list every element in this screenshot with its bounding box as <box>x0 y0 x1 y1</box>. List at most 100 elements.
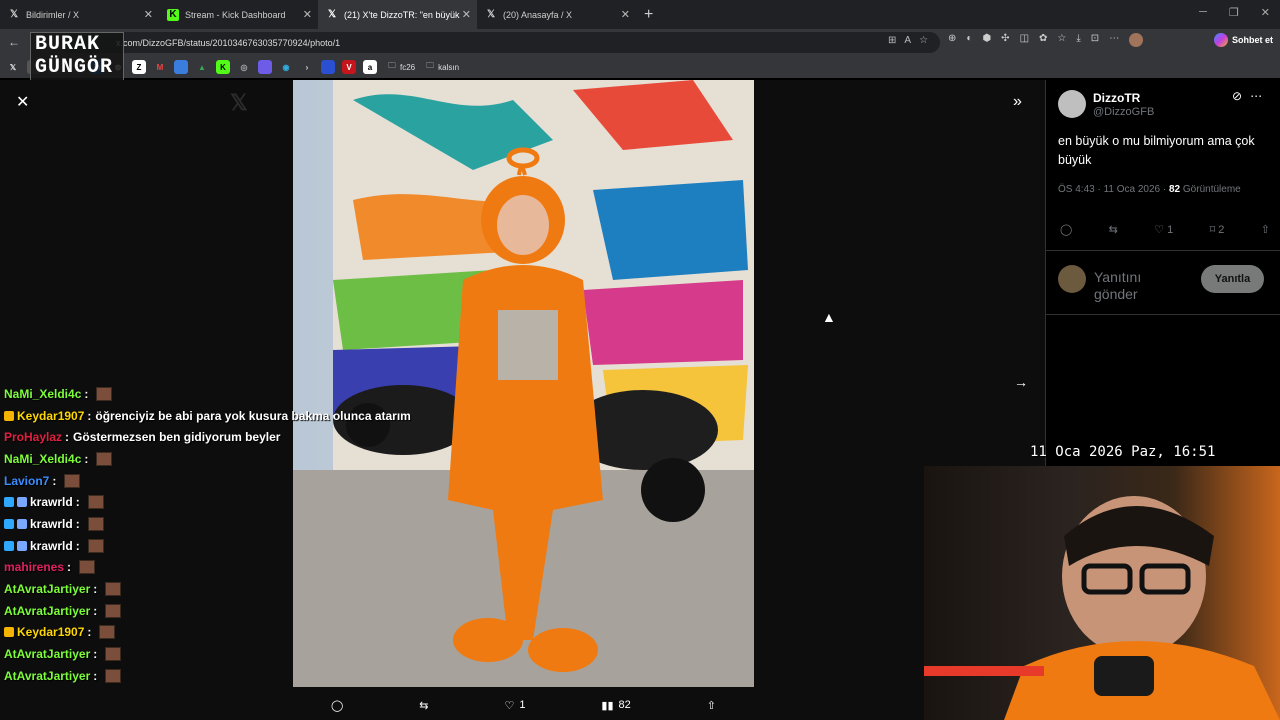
chat-separator: : <box>93 603 98 618</box>
reply-button[interactable]: ◯ <box>331 699 343 712</box>
bookmark-icon[interactable] <box>258 60 272 74</box>
extension-icon[interactable]: ◐ <box>966 33 972 47</box>
close-tab-icon[interactable]: ✕ <box>144 8 153 21</box>
chat-username[interactable]: AtAvratJartiyer <box>4 669 90 683</box>
chat-username[interactable]: krawrld <box>30 495 73 509</box>
close-window-icon[interactable]: ✕ <box>1261 6 1270 19</box>
heart-icon: ♡ <box>1154 224 1165 236</box>
copilot-button[interactable]: Sohbet et <box>1214 33 1273 47</box>
close-tab-icon[interactable]: ✕ <box>303 8 312 21</box>
photo-action-bar: ◯ ⇆ ♡ 1 ▮▮ 82 ⇧ <box>293 690 754 720</box>
new-tab-button[interactable]: + <box>644 6 653 24</box>
share-button[interactable]: ⇧ <box>1261 223 1270 236</box>
puzzle-icon[interactable]: ✣ <box>1001 33 1009 47</box>
repost-button[interactable]: ⇆ <box>1109 223 1118 236</box>
bookmarks-bar: 𝕏 in ⊚ Z M ▲ K ◎ ◉ › V a 🗀fc26 🗀kalsın <box>0 56 1280 78</box>
extension-icon[interactable]: ⊕ <box>948 33 956 47</box>
grok-icon[interactable]: ⊘ <box>1232 89 1242 103</box>
extension-icon[interactable]: ✿ <box>1039 33 1047 47</box>
post-time[interactable]: ÖS 4:43 · 11 Oca 2026 · <box>1058 184 1166 195</box>
chat-username[interactable]: Lavion7 <box>4 474 49 488</box>
next-photo-icon[interactable]: → <box>1014 374 1028 390</box>
close-tab-icon[interactable]: ✕ <box>621 8 630 21</box>
views-button[interactable]: ▮▮ 82 <box>601 699 630 712</box>
minimize-icon[interactable]: ─ <box>1199 6 1207 19</box>
tab-notifications[interactable]: 𝕏 Bildirimler / X ✕ <box>0 0 159 29</box>
docs-icon[interactable] <box>174 60 188 74</box>
url-field[interactable]: x.com/DizzoGFB/status/201034676303577092… <box>60 32 940 53</box>
chat-username[interactable]: krawrld <box>30 517 73 531</box>
post-header-actions: ⊘ ⋯ <box>1232 89 1262 103</box>
x-bookmark-icon[interactable]: 𝕏 <box>6 60 20 74</box>
like-button[interactable]: ♡ 1 <box>1154 223 1173 237</box>
chat-username[interactable]: mahirenes <box>4 560 64 574</box>
more-options-icon[interactable]: ⋯ <box>1250 89 1262 103</box>
author-handle[interactable]: @DizzoGFB <box>1093 106 1154 118</box>
bookmark-icon[interactable]: V <box>342 60 356 74</box>
tab-kick-dashboard[interactable]: K Stream - Kick Dashboard ✕ <box>159 0 318 29</box>
streamer-logo: BURAK GÜNGÖR <box>30 32 124 84</box>
kick-logo-icon: K <box>167 8 179 21</box>
favorites-icon[interactable]: ☆ <box>1057 33 1066 47</box>
app-install-icon[interactable]: ⊞ <box>888 35 896 46</box>
chat-separator: : <box>75 516 80 531</box>
bookmark-icon[interactable]: › <box>300 60 314 74</box>
logo-line: BURAK <box>35 33 101 56</box>
chat-emote <box>105 647 122 662</box>
author-avatar[interactable] <box>1058 90 1086 118</box>
expand-panel-icon[interactable]: » <box>1013 93 1022 111</box>
bookmark-icon[interactable]: ◎ <box>237 60 251 74</box>
read-aloud-icon[interactable]: A <box>904 35 911 46</box>
split-screen-icon[interactable]: ◫ <box>1020 33 1029 47</box>
more-icon[interactable]: ⋯ <box>1109 33 1119 47</box>
reply-button[interactable]: ◯ <box>1060 223 1072 236</box>
like-button[interactable]: ♡ 1 <box>504 699 525 712</box>
share-icon: ⇧ <box>1260 224 1270 236</box>
chat-username[interactable]: AtAvratJartiyer <box>4 604 90 618</box>
tab-home[interactable]: 𝕏 (20) Anasayfa / X ✕ <box>477 0 636 29</box>
chat-username[interactable]: Keydar1907 <box>17 409 84 423</box>
folder-label: fc26 <box>400 62 416 72</box>
chat-message: Keydar1907: <box>4 622 444 644</box>
bookmark-icon[interactable]: a <box>363 60 377 74</box>
bookmark-icon[interactable] <box>321 60 335 74</box>
chat-username[interactable]: krawrld <box>30 539 73 553</box>
chat-username[interactable]: AtAvratJartiyer <box>4 582 90 596</box>
post-views-count: 82 <box>1169 184 1181 195</box>
kick-icon[interactable]: K <box>216 60 230 74</box>
reply-input[interactable]: Yanıtını gönder <box>1094 269 1174 303</box>
profile-avatar[interactable] <box>1129 33 1144 47</box>
chat-separator: : <box>87 625 92 640</box>
chat-username[interactable]: Keydar1907 <box>17 625 84 639</box>
chat-username[interactable]: NaMi_Xeldi4c <box>4 387 81 401</box>
globe-badge-icon <box>17 540 27 551</box>
bookmark-icon[interactable]: Z <box>132 60 146 74</box>
chat-separator: : <box>75 495 80 510</box>
back-arrow-icon[interactable]: ← <box>8 35 20 49</box>
bookmark-icon[interactable]: ◉ <box>279 60 293 74</box>
close-tab-icon[interactable]: ✕ <box>462 8 471 21</box>
close-viewer-icon[interactable]: ✕ <box>16 92 29 112</box>
ghost-x-logo-icon: 𝕏 <box>230 90 248 115</box>
chat-username[interactable]: AtAvratJartiyer <box>4 647 90 661</box>
bookmark-icon[interactable]: M <box>153 60 167 74</box>
reply-submit-button[interactable]: Yanıtla <box>1201 265 1264 293</box>
restore-icon[interactable]: ❐ <box>1229 6 1239 19</box>
bookmark-folder-fc26[interactable]: 🗀 fc26 <box>388 60 415 74</box>
bookmark-button[interactable]: ⌑ 2 <box>1210 223 1225 237</box>
extension-icon[interactable]: ⬢ <box>982 33 991 47</box>
chat-separator: : <box>84 451 89 466</box>
tab-label: Bildirimler / X <box>26 9 80 20</box>
author-display-name[interactable]: DizzoTR <box>1093 91 1140 105</box>
tab-post[interactable]: 𝕏 (21) X'te DizzoTR: "en büyük o mu ✕ <box>318 0 477 29</box>
logo-line: GÜNGÖR <box>35 56 114 79</box>
chat-username[interactable]: NaMi_Xeldi4c <box>4 452 81 466</box>
screenshot-icon[interactable]: ⊡ <box>1091 33 1099 47</box>
repost-button[interactable]: ⇆ <box>419 699 428 712</box>
share-button[interactable]: ⇧ <box>707 699 716 712</box>
bookmark-folder-kalsin[interactable]: 🗀 kalsın <box>426 60 459 74</box>
chat-username[interactable]: ProHaylaz <box>4 430 62 444</box>
download-icon[interactable]: ⤓ <box>1076 33 1080 47</box>
drive-icon[interactable]: ▲ <box>195 60 209 74</box>
favorite-star-icon[interactable]: ☆ <box>919 35 928 46</box>
